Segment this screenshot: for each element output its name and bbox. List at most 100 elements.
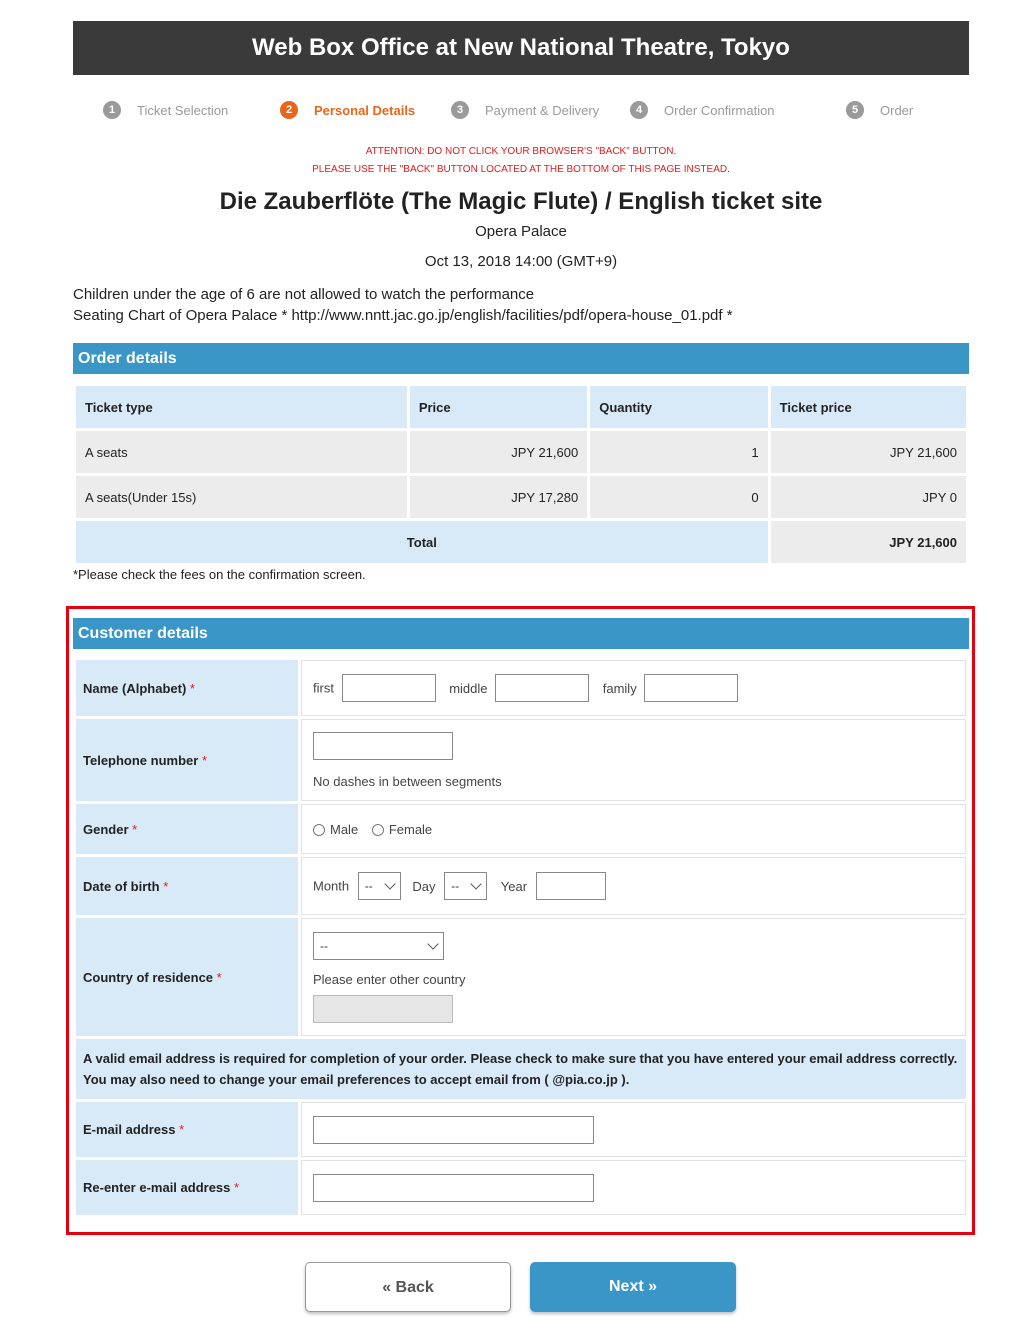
phone-field-group: No dashes in between segments: [301, 719, 966, 801]
step-payment-delivery: 3 Payment & Delivery: [451, 98, 599, 122]
email-input[interactable]: [313, 1115, 594, 1144]
male-label: Male: [330, 822, 359, 838]
year-label: Year: [500, 878, 528, 894]
step-label: Personal Details: [314, 102, 416, 118]
country-label: Country of residence *: [76, 918, 298, 1036]
middle-name-input[interactable]: [495, 674, 590, 702]
other-country-input[interactable]: [313, 994, 453, 1023]
col-price: Price: [409, 386, 588, 428]
name-row: Name (Alphabet) * first middle family: [76, 660, 966, 716]
gender-row: Gender * Male Female: [76, 804, 966, 854]
step-number-icon: 4: [630, 101, 648, 119]
month-label: Month: [313, 878, 350, 894]
step-label: Order Confirmation: [664, 102, 775, 118]
step-number-icon: 3: [451, 101, 469, 119]
ticket-type-cell: A seats(Under 15s): [76, 476, 407, 518]
name-label: Name (Alphabet) *: [76, 660, 298, 716]
fee-note: *Please check the fees on the confirmati…: [73, 567, 366, 582]
phone-label: Telephone number *: [76, 719, 298, 801]
event-notes: Children under the age of 6 are not allo…: [73, 284, 969, 326]
country-field-group: -- Please enter other country: [301, 918, 966, 1036]
step-personal-details: 2 Personal Details: [280, 98, 415, 122]
step-order-confirmation: 4 Order Confirmation: [630, 98, 775, 122]
phone-hint: No dashes in between segments: [313, 773, 502, 789]
year-input[interactable]: [535, 872, 606, 900]
email-row: E-mail address *: [76, 1102, 966, 1157]
step-order: 5 Order: [846, 98, 913, 122]
email-notice-row: A valid email address is required for co…: [76, 1039, 966, 1099]
country-row: Country of residence * -- Please enter o…: [76, 918, 966, 1036]
email-field-group: [301, 1102, 966, 1157]
month-select[interactable]: --: [357, 872, 401, 900]
email-confirm-input[interactable]: [313, 1173, 594, 1202]
chevron-down-icon: [470, 878, 482, 890]
customer-form: Name (Alphabet) * first middle family Te…: [73, 657, 969, 1218]
step-number-icon: 5: [846, 101, 864, 119]
total-row: Total JPY 21,600: [76, 521, 966, 563]
quantity-cell: 1: [590, 431, 768, 473]
order-details-heading: Order details: [73, 343, 969, 374]
email-label: E-mail address *: [76, 1102, 298, 1157]
customer-details-heading: Customer details: [73, 618, 969, 649]
ticket-price-cell: JPY 21,600: [770, 431, 966, 473]
step-label: Payment & Delivery: [485, 102, 600, 118]
first-name-input[interactable]: [341, 674, 436, 702]
age-restriction-note: Children under the age of 6 are not allo…: [73, 286, 535, 303]
day-select[interactable]: --: [444, 872, 488, 900]
col-ticket-price: Ticket price: [770, 386, 966, 428]
table-row: A seats JPY 21,600 1 JPY 21,600: [76, 431, 966, 473]
middle-name-label: middle: [449, 680, 488, 696]
email-confirm-label: Re-enter e-mail address *: [76, 1160, 298, 1215]
step-label: Order: [880, 102, 914, 118]
step-label: Ticket Selection: [137, 102, 229, 118]
warning-line-2: PLEASE USE THE "BACK" BUTTON LOCATED AT …: [312, 164, 730, 175]
quantity-cell: 0: [590, 476, 768, 518]
family-name-input[interactable]: [644, 674, 739, 702]
dob-row: Date of birth * Month -- Day -- Year: [76, 857, 966, 915]
phone-input[interactable]: [313, 731, 453, 760]
male-radio[interactable]: [313, 823, 325, 836]
chevron-down-icon: [384, 878, 396, 890]
price-cell: JPY 21,600: [409, 431, 588, 473]
seating-chart-note: Seating Chart of Opera Palace * http://w…: [73, 307, 733, 324]
country-select[interactable]: --: [313, 931, 444, 960]
family-name-label: family: [602, 680, 637, 696]
col-quantity: Quantity: [590, 386, 768, 428]
progress-steps: 1 Ticket Selection 2 Personal Details 3 …: [73, 98, 969, 122]
phone-row: Telephone number * No dashes in between …: [76, 719, 966, 801]
step-number-icon: 1: [103, 101, 121, 119]
next-button[interactable]: Next »: [530, 1262, 736, 1312]
event-datetime: Oct 13, 2018 14:00 (GMT+9): [424, 253, 618, 270]
back-button[interactable]: « Back: [305, 1262, 511, 1312]
other-country-hint: Please enter other country: [313, 971, 466, 987]
ticket-type-cell: A seats: [76, 431, 407, 473]
chevron-down-icon: [427, 937, 439, 950]
name-field-group: first middle family: [301, 660, 966, 716]
day-label: Day: [412, 878, 436, 894]
total-value: JPY 21,600: [770, 521, 966, 563]
event-venue: Opera Palace: [475, 223, 567, 240]
site-header: Web Box Office at New National Theatre, …: [73, 21, 969, 75]
email-confirm-field-group: [301, 1160, 966, 1215]
total-label: Total: [76, 521, 768, 563]
event-title: Die Zauberflöte (The Magic Flute) / Engl…: [219, 188, 823, 215]
email-notice: A valid email address is required for co…: [76, 1039, 966, 1099]
col-ticket-type: Ticket type: [76, 386, 407, 428]
warning-line-1: ATTENTION: DO NOT CLICK YOUR BROWSER'S "…: [365, 146, 677, 157]
ticket-price-cell: JPY 0: [770, 476, 966, 518]
step-number-icon: 2: [280, 101, 298, 119]
back-button-warning: ATTENTION: DO NOT CLICK YOUR BROWSER'S "…: [73, 143, 969, 179]
female-label: Female: [388, 822, 433, 838]
female-radio[interactable]: [371, 823, 384, 836]
table-header-row: Ticket type Price Quantity Ticket price: [76, 386, 966, 428]
dob-label: Date of birth *: [76, 857, 298, 915]
step-ticket-selection: 1 Ticket Selection: [103, 98, 228, 122]
gender-field-group: Male Female: [301, 804, 966, 854]
price-cell: JPY 17,280: [409, 476, 588, 518]
first-name-label: first: [313, 680, 334, 696]
email-confirm-row: Re-enter e-mail address *: [76, 1160, 966, 1215]
dob-field-group: Month -- Day -- Year: [301, 857, 966, 915]
gender-label: Gender *: [76, 804, 298, 854]
order-table: Ticket type Price Quantity Ticket price …: [73, 383, 969, 566]
table-row: A seats(Under 15s) JPY 17,280 0 JPY 0: [76, 476, 966, 518]
